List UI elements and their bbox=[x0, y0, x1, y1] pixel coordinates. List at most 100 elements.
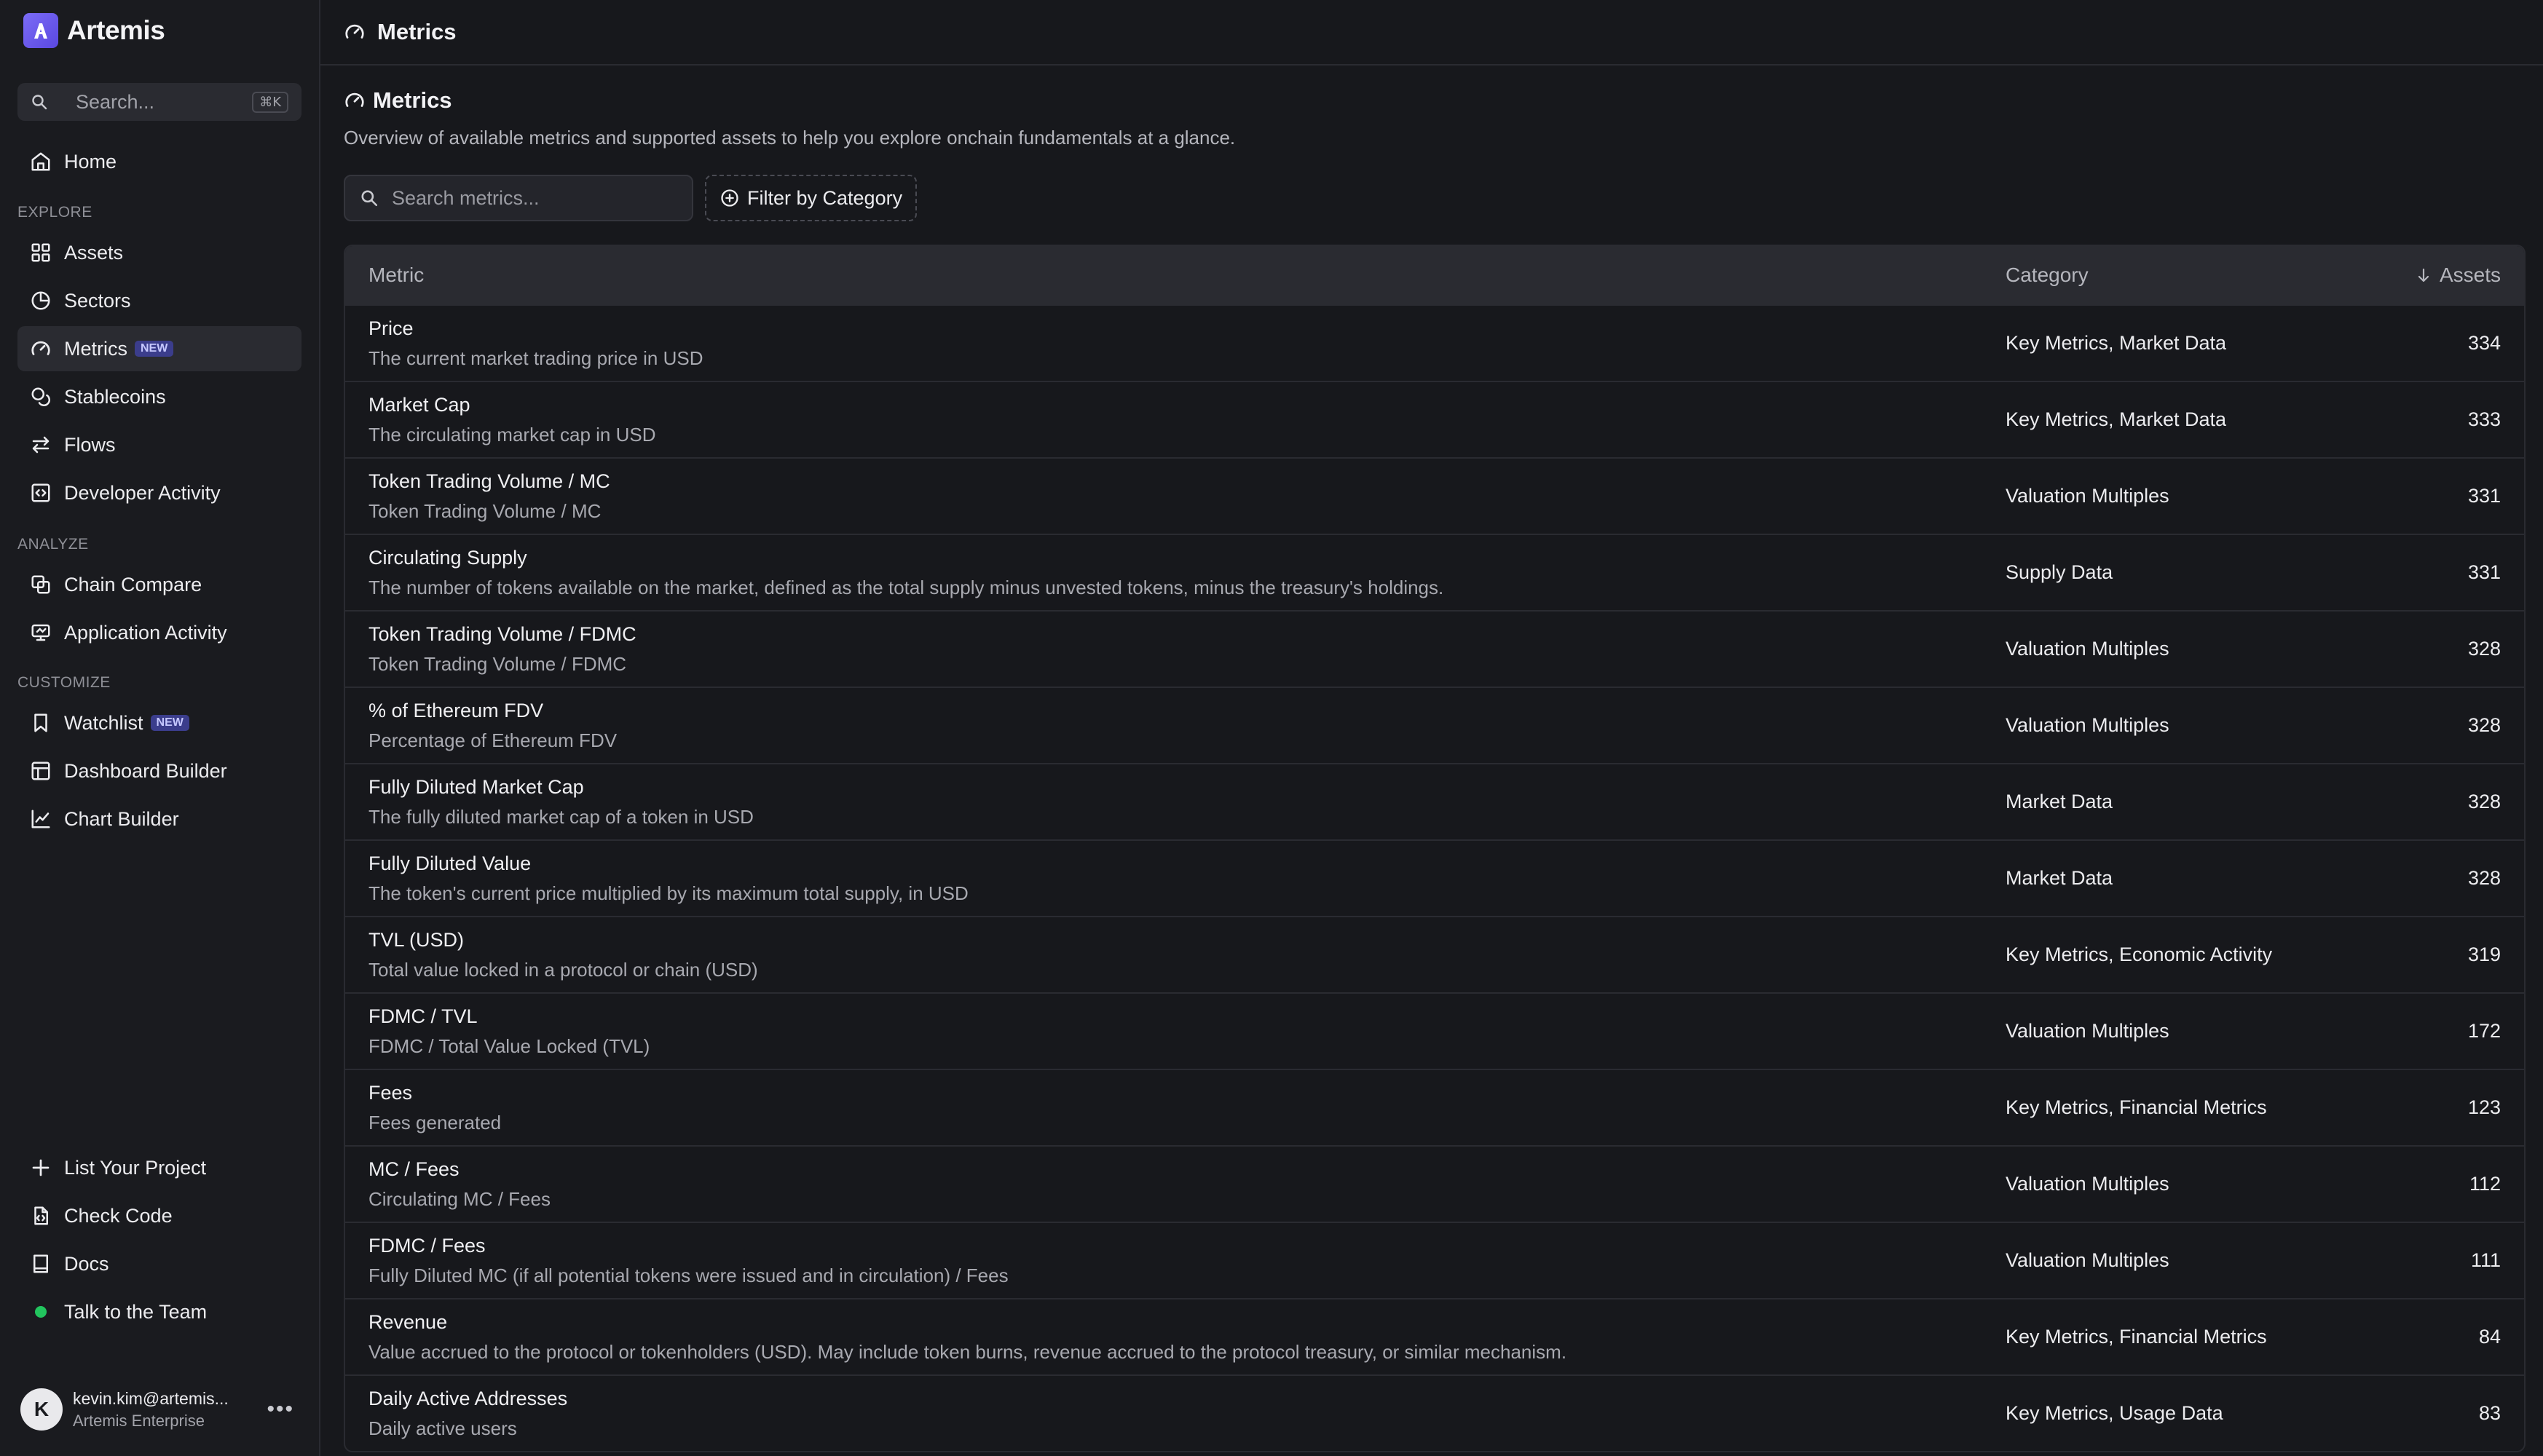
avatar: K bbox=[20, 1388, 63, 1431]
sidebar-item-developer-activity[interactable]: Developer Activity bbox=[17, 470, 301, 515]
metric-category: Valuation Multiples bbox=[2006, 1249, 2169, 1271]
sidebar-item-talk-to-team[interactable]: Talk to the Team bbox=[17, 1289, 301, 1334]
brand[interactable]: Artemis bbox=[23, 13, 165, 48]
table-row[interactable]: Fully Diluted Value The token's current … bbox=[345, 839, 2524, 916]
sidebar-item-label: Sectors bbox=[64, 289, 131, 312]
metric-description: Token Trading Volume / FDMC bbox=[368, 652, 627, 675]
metric-name: Fully Diluted Value bbox=[368, 852, 532, 874]
pie-chart-icon bbox=[29, 289, 52, 312]
table-row[interactable]: Fees Fees generated Key Metrics, Financi… bbox=[345, 1069, 2524, 1145]
table-row[interactable]: Market Cap The circulating market cap in… bbox=[345, 381, 2524, 457]
metrics-search-input[interactable] bbox=[392, 186, 677, 210]
plus-icon bbox=[29, 1156, 52, 1179]
user-email: kevin.kim@artemis... bbox=[73, 1388, 229, 1408]
metric-description: The number of tokens available on the ma… bbox=[368, 576, 1444, 598]
table-row[interactable]: Token Trading Volume / FDMC Token Tradin… bbox=[345, 610, 2524, 687]
sidebar-item-label: Chart Builder bbox=[64, 807, 179, 830]
sidebar-item-label: Check Code bbox=[64, 1204, 173, 1227]
table-row[interactable]: FDMC / Fees Fully Diluted MC (if all pot… bbox=[345, 1222, 2524, 1298]
table-row[interactable]: Price The current market trading price i… bbox=[345, 304, 2524, 381]
sidebar-item-list-your-project[interactable]: List Your Project bbox=[17, 1145, 301, 1190]
metric-category: Valuation Multiples bbox=[2006, 714, 2169, 736]
sidebar-item-watchlist[interactable]: Watchlist NEW bbox=[17, 700, 301, 745]
column-header-metric[interactable]: Metric bbox=[368, 264, 2006, 287]
gauge-icon bbox=[29, 337, 52, 360]
table-row[interactable]: % of Ethereum FDV Percentage of Ethereum… bbox=[345, 687, 2524, 763]
arrows-exchange-icon bbox=[29, 433, 52, 456]
file-code-icon bbox=[29, 1204, 52, 1227]
sidebar-item-metrics[interactable]: Metrics NEW bbox=[17, 326, 301, 371]
search-shortcut: ⌘K bbox=[252, 91, 288, 113]
metric-description: The current market trading price in USD bbox=[368, 347, 703, 369]
metric-name: FDMC / TVL bbox=[368, 1005, 478, 1027]
metric-asset-count: 112 bbox=[2469, 1173, 2501, 1195]
column-header-category[interactable]: Category bbox=[2006, 264, 2355, 287]
metric-category: Valuation Multiples bbox=[2006, 1173, 2169, 1195]
table-row[interactable]: Daily Active Addresses Daily active user… bbox=[345, 1374, 2524, 1451]
metric-name: MC / Fees bbox=[368, 1158, 460, 1180]
metric-description: FDMC / Total Value Locked (TVL) bbox=[368, 1034, 650, 1057]
metric-name: Revenue bbox=[368, 1310, 448, 1333]
gauge-icon bbox=[344, 21, 366, 43]
metric-description: The token's current price multiplied by … bbox=[368, 882, 969, 904]
search-icon bbox=[360, 189, 379, 207]
sidebar-item-check-code[interactable]: Check Code bbox=[17, 1193, 301, 1238]
sidebar-item-label: Talk to the Team bbox=[64, 1300, 208, 1323]
metrics-table: Metric Category Assets Price The current… bbox=[344, 245, 2526, 1452]
home-icon bbox=[29, 150, 52, 173]
metric-category: Key Metrics, Market Data bbox=[2006, 332, 2227, 354]
metric-category: Key Metrics, Economic Activity bbox=[2006, 943, 2273, 965]
column-header-assets[interactable]: Assets bbox=[2355, 264, 2501, 287]
metric-asset-count: 328 bbox=[2467, 638, 2501, 660]
user-plan: Artemis Enterprise bbox=[73, 1411, 205, 1430]
sidebar-item-docs[interactable]: Docs bbox=[17, 1241, 301, 1286]
metric-description: Percentage of Ethereum FDV bbox=[368, 729, 618, 751]
table-row[interactable]: TVL (USD) Total value locked in a protoc… bbox=[345, 916, 2524, 992]
sidebar-item-application-activity[interactable]: Application Activity bbox=[17, 610, 301, 655]
table-row[interactable]: Circulating Supply The number of tokens … bbox=[345, 534, 2524, 610]
sidebar-item-chart-builder[interactable]: Chart Builder bbox=[17, 796, 301, 842]
table-row[interactable]: FDMC / TVL FDMC / Total Value Locked (TV… bbox=[345, 992, 2524, 1069]
metric-asset-count: 333 bbox=[2467, 408, 2501, 430]
table-row[interactable]: Fully Diluted Market Cap The fully dilut… bbox=[345, 763, 2524, 839]
more-options-icon[interactable]: ••• bbox=[267, 1397, 304, 1422]
metric-asset-count: 84 bbox=[2478, 1326, 2501, 1348]
grid-icon bbox=[29, 241, 52, 264]
sidebar-search[interactable]: Search... ⌘K bbox=[17, 83, 301, 121]
table-row[interactable]: Token Trading Volume / MC Token Trading … bbox=[345, 457, 2524, 534]
section-label-explore: EXPLORE bbox=[17, 204, 92, 221]
compare-icon bbox=[29, 573, 52, 596]
table-row[interactable]: MC / Fees Circulating MC / Fees Valuatio… bbox=[345, 1145, 2524, 1222]
metric-asset-count: 328 bbox=[2467, 791, 2501, 812]
metric-category: Valuation Multiples bbox=[2006, 485, 2169, 507]
book-icon bbox=[29, 1252, 52, 1275]
metric-name: Token Trading Volume / FDMC bbox=[368, 622, 636, 645]
sidebar-item-dashboard-builder[interactable]: Dashboard Builder bbox=[17, 748, 301, 794]
metric-name: Token Trading Volume / MC bbox=[368, 470, 610, 492]
metrics-search[interactable] bbox=[344, 175, 693, 221]
metric-description: Value accrued to the protocol or tokenho… bbox=[368, 1340, 1567, 1363]
sidebar: Artemis Search... ⌘K Home EXPLORE Assets bbox=[0, 0, 320, 1456]
table-row[interactable]: Revenue Value accrued to the protocol or… bbox=[345, 1298, 2524, 1374]
bookmark-icon bbox=[29, 711, 52, 735]
metric-asset-count: 328 bbox=[2467, 714, 2501, 736]
user-menu[interactable]: K kevin.kim@artemis... Artemis Enterpris… bbox=[20, 1386, 304, 1433]
sidebar-item-assets[interactable]: Assets bbox=[17, 230, 301, 275]
sidebar-item-sectors[interactable]: Sectors bbox=[17, 278, 301, 323]
metric-name: Fully Diluted Market Cap bbox=[368, 775, 584, 798]
sidebar-item-stablecoins[interactable]: Stablecoins bbox=[17, 374, 301, 419]
sidebar-item-label: Stablecoins bbox=[64, 385, 166, 408]
sidebar-item-label: Assets bbox=[64, 241, 124, 264]
sidebar-item-flows[interactable]: Flows bbox=[17, 422, 301, 467]
page-title: Metrics bbox=[344, 87, 1235, 114]
layout-icon bbox=[29, 759, 52, 783]
metric-asset-count: 83 bbox=[2478, 1402, 2501, 1424]
sidebar-item-label: Docs bbox=[64, 1252, 109, 1275]
brand-name: Artemis bbox=[67, 15, 165, 45]
metric-description: The fully diluted market cap of a token … bbox=[368, 805, 754, 828]
sidebar-item-home[interactable]: Home bbox=[17, 139, 301, 184]
metric-category: Supply Data bbox=[2006, 561, 2113, 583]
gauge-icon bbox=[344, 90, 366, 111]
sidebar-item-chain-compare[interactable]: Chain Compare bbox=[17, 562, 301, 607]
filter-by-category-button[interactable]: Filter by Category bbox=[705, 175, 918, 221]
